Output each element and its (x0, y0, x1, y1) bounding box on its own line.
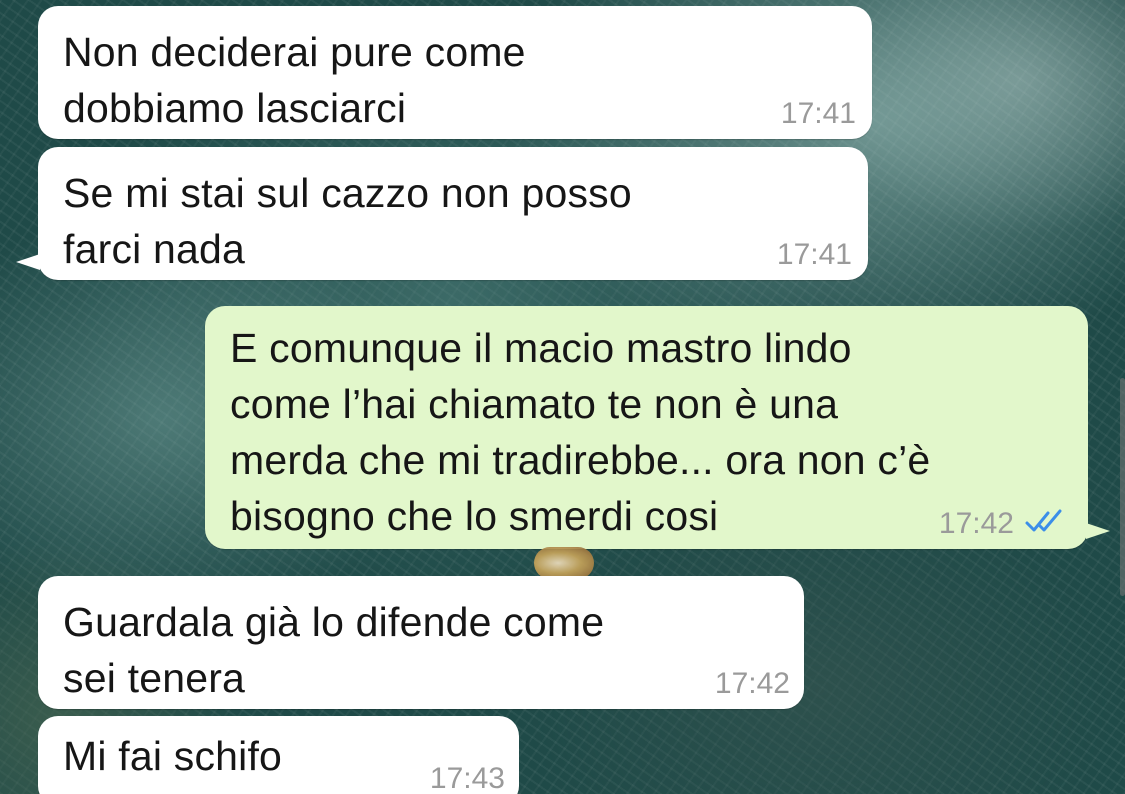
double-check-read-icon (1025, 509, 1062, 532)
message-text: Non deciderai pure come dobbiamo lasciar… (63, 29, 526, 131)
message-bubble[interactable]: Se mi stai sul cazzo non posso farci nad… (16, 147, 868, 280)
message-bubble[interactable]: Non deciderai pure come dobbiamo lasciar… (38, 6, 872, 139)
scrollbar-thumb[interactable] (1120, 378, 1125, 596)
bubble-tail (16, 254, 40, 270)
floating-image-icon (534, 547, 594, 579)
message-text: E comunque il macio mastro lindo come l’… (230, 325, 931, 539)
message-text: Se mi stai sul cazzo non posso farci nad… (63, 170, 632, 272)
message-bubble-outgoing[interactable]: E comunque il macio mastro lindo come l’… (205, 306, 1110, 549)
message-text: Mi fai schifo (63, 733, 283, 779)
message-time: 17:41 (776, 238, 852, 271)
message-text: Guardala già lo difende come sei tenera (63, 599, 605, 701)
message-time: 17:42 (938, 507, 1014, 540)
message-time: 17:41 (780, 97, 856, 130)
chat-view[interactable]: Non deciderai pure come dobbiamo lasciar… (0, 0, 1125, 794)
message-bubble[interactable]: Mi fai schifo 17:43 (38, 716, 519, 794)
message-time: 17:42 (714, 667, 790, 700)
message-time: 17:43 (429, 762, 505, 794)
message-bubble[interactable]: Guardala già lo difende come sei tenera … (38, 576, 804, 709)
bubble-tail (1086, 523, 1110, 539)
